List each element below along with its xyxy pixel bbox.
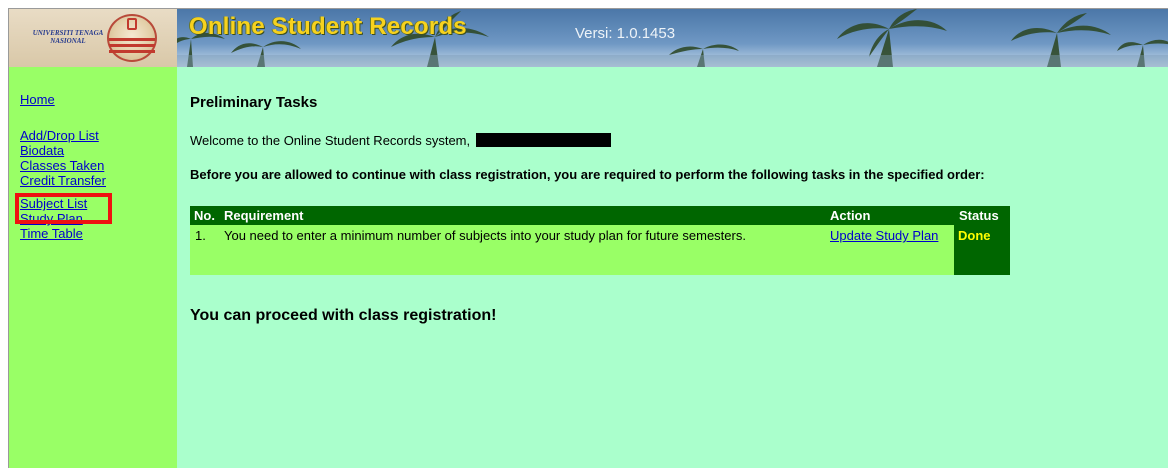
sidebar-item-credit-transfer[interactable]: Credit Transfer [20, 173, 106, 188]
row-number: 1. [195, 228, 206, 243]
welcome-text: Welcome to the Online Student Records sy… [190, 133, 471, 148]
sidebar-item-classes-taken[interactable]: Classes Taken [20, 158, 104, 173]
emblem-icon [107, 14, 157, 62]
redacted-username [475, 133, 611, 147]
sidebar-item-home[interactable]: Home [20, 92, 55, 107]
page-title: Preliminary Tasks [190, 94, 318, 111]
update-study-plan-link[interactable]: Update Study Plan [830, 228, 938, 243]
status-badge: Done [958, 228, 991, 243]
version-label: Versi: 1.0.1453 [575, 25, 676, 42]
sidebar-nav: Home Add/Drop List Biodata Classes Taken… [9, 67, 177, 468]
column-header-status: Status [959, 208, 999, 223]
column-header-requirement: Requirement [224, 208, 304, 223]
proceed-message: You can proceed with class registration! [190, 307, 497, 324]
column-header-no: No. [194, 208, 215, 223]
table-row: 1. You need to enter a minimum number of… [190, 225, 1010, 275]
sidebar-item-add-drop-list[interactable]: Add/Drop List [20, 128, 99, 143]
requirements-table: No. Requirement Action Status 1. You nee… [190, 206, 1010, 275]
column-header-action: Action [830, 208, 871, 223]
app-frame: UNIVERSITI TENAGA NASIONAL Online Studen… [8, 8, 1168, 468]
highlight-annotation-box [15, 193, 112, 224]
status-cell: Done [954, 225, 1010, 275]
app-title: Online Student Records [189, 13, 467, 40]
sidebar-item-biodata[interactable]: Biodata [20, 143, 64, 158]
instruction-text: Before you are allowed to continue with … [190, 167, 985, 182]
requirement-text: You need to enter a minimum number of su… [224, 228, 746, 243]
main-content: Preliminary Tasks Welcome to the Online … [177, 67, 1168, 468]
header-banner: UNIVERSITI TENAGA NASIONAL Online Studen… [9, 9, 1168, 67]
sidebar-item-time-table[interactable]: Time Table [20, 226, 83, 241]
table-header-row: No. Requirement Action Status [190, 206, 1010, 225]
logo-text: UNIVERSITI TENAGA NASIONAL [32, 29, 104, 45]
university-logo: UNIVERSITI TENAGA NASIONAL [9, 9, 177, 67]
welcome-message: Welcome to the Online Student Records sy… [190, 133, 611, 148]
